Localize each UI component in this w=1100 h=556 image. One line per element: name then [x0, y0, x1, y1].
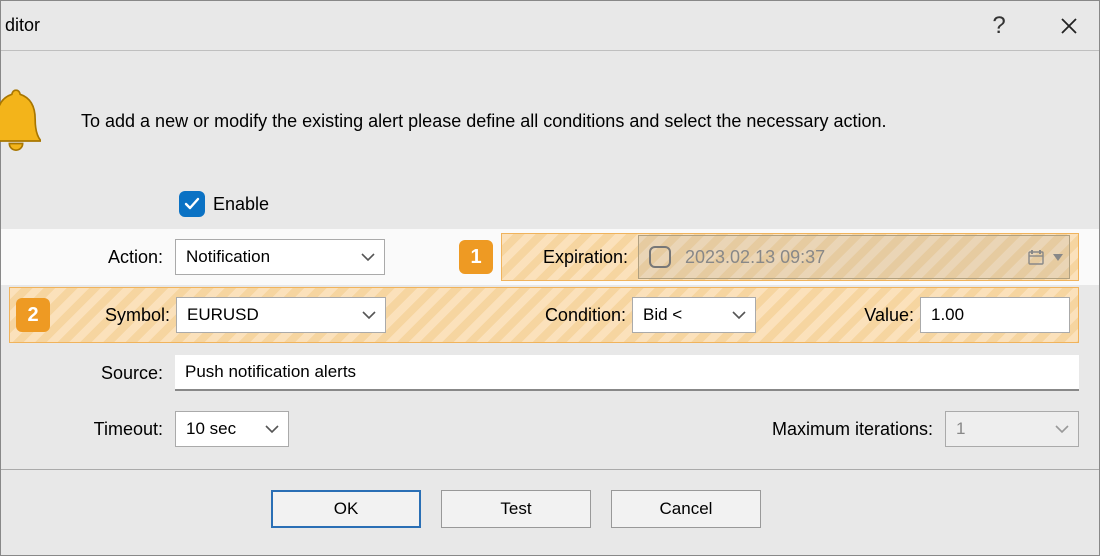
form-area: Enable Action: Notification 1 Expiration… [1, 181, 1099, 528]
expiration-value: 2023.02.13 09:37 [685, 247, 825, 268]
source-label: Source: [1, 363, 169, 384]
chevron-down-icon [1054, 419, 1070, 439]
condition-label: Condition: [386, 305, 626, 326]
annotation-badge-2: 2 [16, 298, 50, 332]
value-label: Value: [864, 305, 920, 326]
calendar-icon[interactable] [1027, 248, 1063, 266]
action-label: Action: [1, 247, 169, 268]
value-value: 1.00 [931, 305, 964, 325]
bell-icon [0, 76, 41, 166]
condition-select[interactable]: Bid < [632, 297, 756, 333]
timeout-value: 10 sec [186, 419, 236, 439]
timeout-select[interactable]: 10 sec [175, 411, 289, 447]
bell-icon-wrap [1, 76, 61, 166]
test-label: Test [500, 499, 531, 519]
chevron-down-icon [361, 305, 377, 325]
source-input[interactable] [175, 355, 1079, 391]
cancel-label: Cancel [660, 499, 713, 519]
cancel-button[interactable]: Cancel [611, 490, 761, 528]
chevron-down-icon [360, 247, 376, 267]
enable-checkbox[interactable] [179, 191, 205, 217]
maxiter-select[interactable]: 1 [945, 411, 1079, 447]
symbol-select[interactable]: EURUSD [176, 297, 386, 333]
chevron-down-icon [731, 305, 747, 325]
ok-button[interactable]: OK [271, 490, 421, 528]
timeout-select-wrap: 10 sec [169, 411, 289, 447]
action-row: Action: Notification 1 Expiration: 2023.… [1, 229, 1099, 285]
test-button[interactable]: Test [441, 490, 591, 528]
enable-label: Enable [213, 194, 269, 215]
source-input-wrap [169, 355, 1079, 391]
symbol-value: EURUSD [187, 305, 259, 325]
value-input[interactable]: 1.00 [920, 297, 1070, 333]
source-row: Source: [1, 345, 1099, 401]
symbol-row: 2 Symbol: EURUSD Condition: Bid < [9, 287, 1079, 343]
maxiter-label: Maximum iterations: [289, 419, 939, 440]
action-value: Notification [186, 247, 270, 267]
ok-label: OK [334, 499, 359, 519]
expiration-input[interactable]: 2023.02.13 09:37 [638, 235, 1070, 279]
symbol-select-wrap: EURUSD [170, 297, 386, 333]
enable-row: Enable [1, 181, 1099, 229]
dialog-title: ditor [1, 15, 40, 36]
timeout-label: Timeout: [1, 419, 169, 440]
action-select[interactable]: Notification [175, 239, 385, 275]
button-row: OK Test Cancel [1, 470, 1099, 528]
action-select-wrap: Notification [169, 239, 385, 275]
expiration-enable-checkbox[interactable] [649, 246, 671, 268]
intro-row: To add a new or modify the existing aler… [1, 51, 1099, 181]
condition-select-wrap: Bid < [626, 297, 756, 333]
intro-text: To add a new or modify the existing aler… [61, 111, 1069, 132]
expiration-label: Expiration: [516, 247, 628, 268]
maxiter-select-wrap: 1 [939, 411, 1079, 447]
help-icon[interactable]: ? [979, 6, 1019, 46]
alert-editor-dialog: ditor ? To add a new or modify the exist… [0, 0, 1100, 556]
condition-value: Bid < [643, 305, 682, 325]
maxiter-value: 1 [956, 419, 965, 439]
chevron-down-icon [264, 419, 280, 439]
close-icon[interactable] [1049, 6, 1089, 46]
annotation-badge-1: 1 [459, 240, 493, 274]
titlebar-actions: ? [979, 6, 1089, 46]
titlebar: ditor ? [1, 1, 1099, 51]
expiration-highlight: Expiration: 2023.02.13 09:37 [501, 233, 1079, 281]
timeout-row: Timeout: 10 sec Maximum iterations: 1 [1, 401, 1099, 457]
